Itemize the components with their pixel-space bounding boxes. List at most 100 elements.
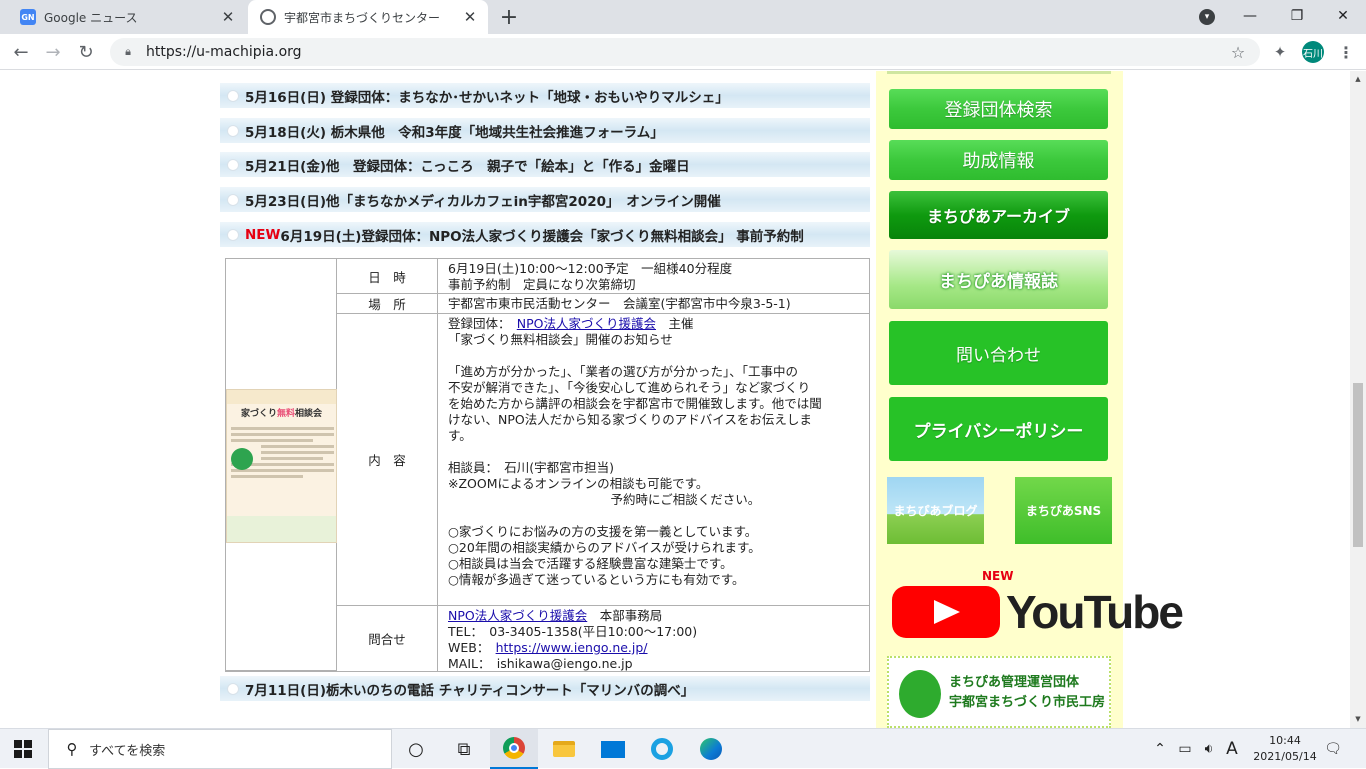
close-window-icon[interactable]: ✕ — [1328, 4, 1358, 28]
minimize-icon[interactable]: — — [1235, 4, 1265, 28]
scrollbar-thumb[interactable] — [1353, 383, 1363, 547]
scroll-up-icon[interactable]: ▲ — [1353, 74, 1363, 84]
taskbar-clock[interactable]: 10:44 2021/05/14 — [1253, 733, 1317, 765]
contact-value: NPO法人家づくり援護会 本部事務局 TEL： 03-3405-1358(平日1… — [448, 608, 698, 671]
scroll-down-icon[interactable]: ▼ — [1353, 714, 1363, 724]
news-item-text: 5月18日(火) 栃木県他 令和3年度「地域共生社会推進フォーラム」 — [245, 124, 664, 141]
flyer-badge-icon — [231, 448, 253, 470]
contact-org-link[interactable]: NPO法人家づくり援護会 — [448, 608, 587, 623]
page-scrollbar[interactable]: ▲ ▼ — [1350, 71, 1366, 728]
task-view-icon[interactable]: ⧉ — [440, 729, 488, 769]
magazine-button[interactable]: まちぴあ情報誌 — [889, 250, 1108, 309]
news-item-text: 6月19日(土)登録団体：NPO法人家づくり援護会「家づくり無料相談会」 事前予… — [280, 228, 804, 245]
battery-icon[interactable]: ▭ — [1174, 729, 1196, 769]
content-description: 「進め方が分かった」、「業者の選び方が分かった」、「工事中の 不安が解消できた」… — [448, 364, 822, 443]
consultant-info: 相談員： 石川(宇都宮市担当) ※ZOOMによるオンラインの相談も可能です。 予… — [448, 460, 761, 507]
url-text[interactable]: https://u-machipia.org — [146, 44, 1228, 60]
youtube-new-badge: NEW — [982, 569, 1014, 583]
contact-tel: TEL： 03-3405-1358(平日10:00～17:00) — [448, 624, 698, 639]
blog-banner[interactable]: まちぴあブログ — [887, 477, 984, 544]
edge-icon[interactable] — [687, 729, 735, 769]
tray-chevron-icon[interactable]: ⌃ — [1150, 729, 1170, 769]
bookmark-star-icon[interactable]: ☆ — [1228, 43, 1248, 62]
tab-title: 宇都宮市まちづくりセンター — [284, 10, 441, 25]
news-item-new[interactable]: NEW 6月19日(土)登録団体：NPO法人家づくり援護会「家づくり無料相談会」… — [220, 222, 870, 247]
privacy-policy-button[interactable]: プライバシーポリシー — [889, 397, 1108, 461]
tab-title: Google ニュース — [44, 10, 138, 25]
volume-icon[interactable]: 🔉︎ — [1198, 729, 1220, 769]
taskbar-search-placeholder: すべてを検索 — [89, 743, 166, 759]
place-label: 場 所 — [337, 294, 438, 314]
extensions-puzzle-icon[interactable]: ✦ — [1270, 42, 1290, 62]
feature-points: ○家づくりにお悩みの方の支援を第一義としています。 ○20年間の相談実績からのア… — [448, 524, 761, 587]
internet-explorer-icon[interactable] — [638, 729, 686, 769]
place-value: 宇都宮市東市民活動センター 会議室(宇都宮市中今泉3-5-1) — [438, 294, 869, 314]
google-news-icon: GN — [20, 9, 36, 25]
restore-icon[interactable]: ❐ — [1282, 4, 1312, 28]
mail-icon[interactable] — [589, 729, 637, 769]
date-label: 日 時 — [337, 259, 438, 294]
menu-icon[interactable]: ⋮ — [1336, 41, 1356, 63]
event-flyer-image[interactable]: 家づくり無料相談会 03-3405-1358 — [226, 389, 337, 543]
new-tab-button[interactable]: + — [498, 5, 520, 30]
back-icon[interactable]: ← — [9, 40, 33, 64]
archive-button[interactable]: まちぴあアーカイブ — [889, 191, 1108, 239]
address-bar[interactable]: 🔒︎ https://u-machipia.org ☆ — [110, 38, 1260, 66]
chrome-taskbar-icon[interactable] — [490, 729, 538, 769]
youtube-link[interactable]: YouTube — [1006, 585, 1184, 639]
sidebar-top-edge — [887, 71, 1111, 74]
windows-start-icon[interactable] — [14, 740, 32, 758]
lock-icon: 🔒︎ — [125, 45, 131, 58]
news-item-text: 5月16日(日) 登録団体：まちなか･せかいネット「地球・おもいやりマルシェ」 — [245, 89, 729, 106]
contact-label: 問合せ — [337, 606, 438, 671]
bullet-icon — [227, 158, 239, 171]
news-item-text: 5月23日(日)他「まちなかメディカルカフェin宇都宮2020」 オンライン開催 — [245, 193, 721, 210]
news-item[interactable]: 5月23日(日)他「まちなかメディカルカフェin宇都宮2020」 オンライン開催 — [220, 187, 870, 212]
tab-search-icon[interactable]: ▾ — [1199, 9, 1215, 25]
content-label: 内 容 — [337, 314, 438, 606]
ime-indicator[interactable]: A — [1222, 729, 1242, 769]
news-item-text: 7月11日(日)栃木いのちの電話 チャリティコンサート「マリンバの調べ」 — [245, 682, 695, 699]
org-line-2: 宇都宮まちづくり市民工房 — [949, 695, 1106, 710]
flyer-header — [227, 390, 336, 404]
tab-google-news[interactable]: GN Google ニュース ✕ — [8, 0, 246, 34]
search-icon: ⚲ — [66, 740, 78, 758]
news-item[interactable]: 7月11日(日)栃木いのちの電話 チャリティコンサート「マリンバの調べ」 — [220, 676, 870, 701]
reload-icon[interactable]: ↻ — [74, 40, 98, 64]
close-icon[interactable]: ✕ — [218, 7, 238, 27]
windows-taskbar: ⚲ すべてを検索 ○ ⧉ ⌃ ▭ 🔉︎ A 10:44 2021/05/14 🗨… — [0, 728, 1366, 769]
sns-banner[interactable]: まちぴあSNS — [1015, 477, 1112, 544]
sidebar: 登録団体検索 助成情報 まちぴあアーカイブ まちぴあ情報誌 問い合わせ プライバ… — [876, 71, 1184, 728]
flyer-cell: 家づくり無料相談会 03-3405-1358 — [226, 259, 337, 671]
news-item[interactable]: 5月21日(金)他 登録団体：こっころ 親子で「絵本」と「作る」金曜日 — [220, 152, 870, 177]
bullet-icon — [227, 193, 239, 206]
forward-icon[interactable]: → — [41, 40, 65, 64]
cortana-icon[interactable]: ○ — [392, 729, 440, 769]
blog-banner-label: まちぴあブログ — [893, 504, 978, 518]
youtube-play-icon[interactable] — [892, 586, 1000, 638]
browser-toolbar: ← → ↻ 🔒︎ https://u-machipia.org ☆ — [0, 34, 1366, 70]
contact-button[interactable]: 問い合わせ — [889, 321, 1108, 385]
bullet-icon — [227, 124, 239, 137]
close-icon[interactable]: ✕ — [460, 7, 480, 27]
clock-date: 2021/05/14 — [1253, 750, 1317, 763]
taskbar-search-box[interactable]: ⚲ すべてを検索 — [48, 729, 392, 769]
page-viewport: 5月16日(日) 登録団体：まちなか･せかいネット「地球・おもいやりマルシェ」 … — [0, 71, 1350, 728]
org-logo-icon — [899, 670, 941, 718]
news-item-text: 5月21日(金)他 登録団体：こっころ 親子で「絵本」と「作る」金曜日 — [245, 158, 690, 175]
date-value: 6月19日(土)10:00～12:00予定 一組様40分程度 事前予約制 定員に… — [438, 259, 869, 294]
managing-org-banner[interactable]: まちぴあ管理運営団体 宇都宮まちづくり市民工房 — [887, 656, 1111, 728]
news-item[interactable]: 5月16日(日) 登録団体：まちなか･せかいネット「地球・おもいやりマルシェ」 — [220, 83, 870, 108]
event-detail-table: 家づくり無料相談会 03-3405-1358 日 時 6月19日(土)10:00… — [225, 258, 870, 672]
news-item[interactable]: 5月18日(火) 栃木県他 令和3年度「地域共生社会推進フォーラム」 — [220, 118, 870, 143]
clock-time: 10:44 — [1269, 734, 1301, 747]
flyer-title: 家づくり無料相談会 — [240, 409, 323, 419]
org-link[interactable]: NPO法人家づくり援護会 — [517, 316, 656, 331]
website-link[interactable]: https://www.iengo.ne.jp/ — [496, 640, 648, 655]
notification-icon[interactable]: 🗨︎ — [1322, 729, 1344, 769]
tab-machipia[interactable]: 宇都宮市まちづくりセンター ✕ — [248, 0, 488, 34]
grants-button[interactable]: 助成情報 — [889, 140, 1108, 180]
profile-avatar[interactable]: 石川 — [1302, 41, 1324, 63]
file-explorer-icon[interactable] — [540, 729, 588, 769]
search-groups-button[interactable]: 登録団体検索 — [889, 89, 1108, 129]
